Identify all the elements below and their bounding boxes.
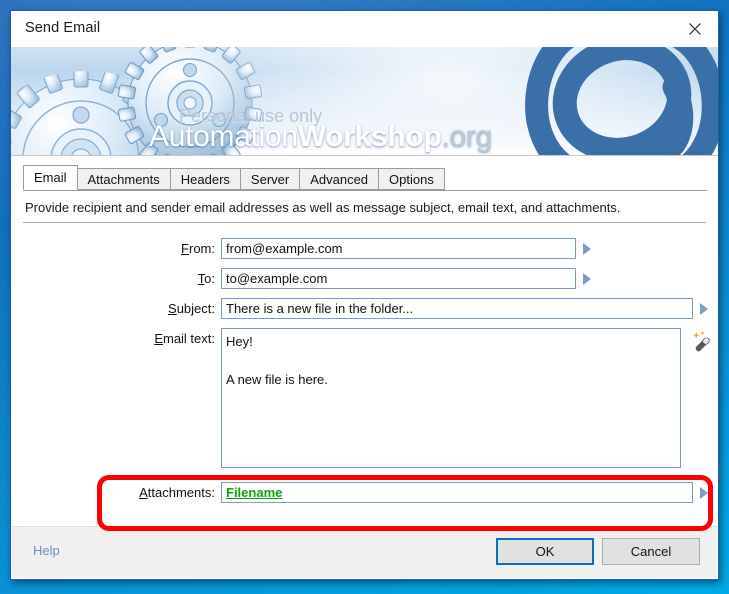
magic-wand-icon (693, 331, 710, 352)
close-button[interactable] (672, 11, 718, 47)
close-icon (689, 23, 701, 35)
from-label: From: (23, 238, 221, 259)
cancel-button[interactable]: Cancel (602, 538, 700, 565)
insert-variable-wand-button[interactable] (691, 330, 715, 354)
from-input[interactable] (221, 238, 576, 259)
at-sign-logo-icon (525, 47, 718, 155)
email-text-mnemonic: E (154, 331, 163, 346)
tab-server[interactable]: Server (239, 168, 301, 190)
dialog-footer: Help OK Cancel (12, 526, 717, 578)
to-expand-button[interactable] (583, 268, 597, 289)
subject-label-rest: ubject: (176, 301, 215, 316)
brand-org: .org (441, 120, 492, 153)
subject-row: Subject: (23, 298, 714, 319)
attachments-row: Attachments: Filename (23, 482, 714, 503)
window-title: Send Email (25, 20, 101, 36)
to-input[interactable] (221, 268, 576, 289)
panel-divider (23, 222, 706, 223)
attachments-label-rest: ttachments: (147, 485, 215, 500)
attachments-value: Filename (226, 484, 283, 500)
email-text-row: Email text: Hey! A new file is here. (23, 328, 681, 468)
attachments-label: Attachments: (23, 482, 221, 503)
expand-arrow-icon (700, 486, 708, 499)
attachments-mnemonic: A (139, 485, 148, 500)
help-link[interactable]: Help (33, 543, 60, 558)
email-tab-panel: Provide recipient and sender email addre… (23, 191, 710, 540)
tab-email[interactable]: Email (23, 165, 78, 190)
to-row: To: (23, 268, 597, 289)
tab-advanced[interactable]: Advanced (299, 168, 380, 190)
ok-button[interactable]: OK (496, 538, 594, 565)
email-text-label-rest: mail text: (162, 331, 215, 346)
product-banner: Personal use only AutomationWorkshop.org (11, 47, 718, 156)
from-label-rest: rom: (189, 241, 215, 256)
from-expand-button[interactable] (583, 238, 597, 259)
email-text-label: Email text: (23, 328, 221, 349)
to-label: To: (23, 268, 221, 289)
from-mnemonic: F (181, 241, 189, 256)
tab-headers[interactable]: Headers (169, 168, 241, 190)
title-bar: Send Email (11, 11, 718, 47)
email-text-textarea[interactable]: Hey! A new file is here. (221, 328, 681, 468)
subject-label: Subject: (23, 298, 221, 319)
expand-arrow-icon (583, 242, 591, 255)
attachments-expand-button[interactable] (700, 482, 714, 503)
tab-options[interactable]: Options (378, 168, 445, 190)
to-label-rest: o: (204, 271, 215, 286)
gear-right-icon (117, 47, 263, 155)
tab-bar: Email Attachments Headers Server Advance… (23, 165, 707, 191)
subject-mnemonic: S (168, 301, 177, 316)
attachments-input[interactable]: Filename (221, 482, 693, 503)
subject-expand-button[interactable] (700, 298, 714, 319)
from-row: From: (23, 238, 597, 259)
subject-input[interactable] (221, 298, 693, 319)
expand-arrow-icon (700, 302, 708, 315)
expand-arrow-icon (583, 272, 591, 285)
panel-hint-text: Provide recipient and sender email addre… (25, 200, 621, 215)
banner-tagline: Personal use only (179, 106, 323, 126)
send-email-dialog: Send Email Personal use only AutomationW… (10, 10, 719, 580)
tab-attachments[interactable]: Attachments (76, 168, 171, 190)
